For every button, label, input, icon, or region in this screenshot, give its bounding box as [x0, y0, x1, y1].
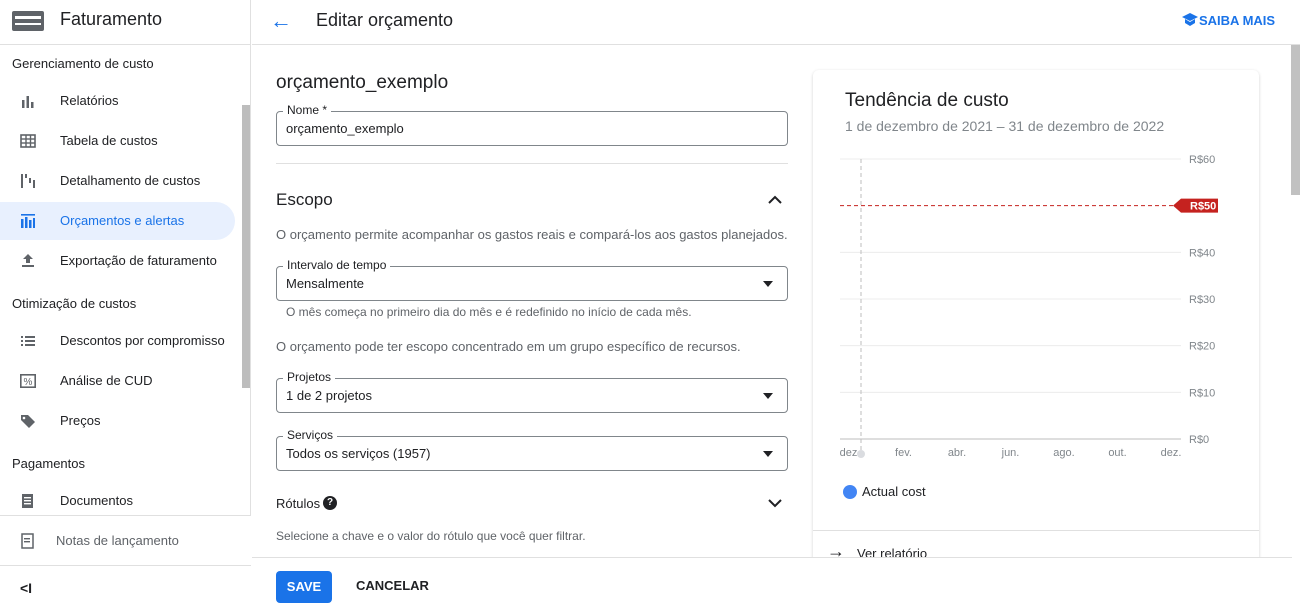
sidebar-item-label: Exportação de faturamento: [60, 253, 217, 268]
services-select[interactable]: Serviços Todos os serviços (1957): [276, 428, 788, 471]
time-interval-help: O mês começa no primeiro dia do mês e é …: [286, 305, 692, 319]
sidebar: Faturamento Gerenciamento de custo Relat…: [0, 0, 251, 613]
help-icon[interactable]: ?: [323, 496, 337, 510]
sidebar-item-label: Documentos: [60, 493, 133, 508]
sidebar-header: Faturamento: [0, 0, 251, 45]
y-tick-label: R$0: [1189, 434, 1209, 446]
section-divider: [276, 163, 788, 164]
sidebar-item-label: Análise de CUD: [60, 373, 153, 388]
time-interval-label: Intervalo de tempo: [283, 258, 391, 272]
y-tick-label: R$30: [1189, 294, 1215, 306]
sidebar-item-billing-export[interactable]: Exportação de faturamento: [0, 242, 235, 280]
table-icon: [20, 134, 36, 148]
legend-label-actual-cost: Actual cost: [862, 484, 926, 499]
back-arrow-icon[interactable]: ←: [270, 8, 292, 34]
section-cost-optimization: Otimização de custos: [12, 296, 137, 311]
percent-icon: %: [20, 374, 36, 388]
sidebar-item-pricing[interactable]: Preços: [0, 402, 235, 440]
learn-more-button[interactable]: SAIBA MAIS: [1182, 13, 1282, 33]
labels-title: Rótulos: [276, 496, 321, 511]
x-tick-label: abr.: [948, 447, 966, 459]
sidebar-item-cud-analysis[interactable]: % Análise de CUD: [0, 362, 235, 400]
dropdown-arrow-icon: [763, 281, 773, 287]
x-tick-label: fev.: [895, 447, 912, 459]
time-interval-value: Mensalmente: [286, 276, 365, 291]
projects-label: Projetos: [283, 370, 336, 384]
sidebar-footer-divider: [0, 565, 251, 566]
services-label: Serviços: [283, 428, 338, 442]
name-field-label: Nome *: [283, 103, 332, 117]
services-value: Todos os serviços (1957): [286, 446, 431, 461]
scope-description: O orçamento permite acompanhar os gastos…: [276, 227, 788, 242]
sidebar-item-reports[interactable]: Relatórios: [0, 82, 235, 120]
scope-help: O orçamento pode ter escopo concentrado …: [276, 339, 741, 354]
svg-text:%: %: [24, 377, 33, 388]
release-notes-link[interactable]: Notas de lançamento: [0, 523, 251, 557]
section-payments: Pagamentos: [12, 456, 85, 471]
breakdown-icon: [21, 174, 35, 188]
save-button[interactable]: SAVE: [276, 571, 332, 603]
budget-tag-label: R$50: [1190, 201, 1216, 213]
billing-icon: [12, 11, 44, 31]
budget-icon: [21, 214, 35, 228]
budget-title: orçamento_exemplo: [276, 72, 449, 93]
sidebar-item-label: Descontos por compromisso: [60, 333, 225, 348]
y-tick-label: R$10: [1189, 387, 1215, 399]
bar-chart-icon: [22, 96, 34, 108]
y-tick-label: R$40: [1189, 247, 1215, 259]
tag-icon: [21, 415, 35, 428]
sidebar-item-label: Relatórios: [60, 93, 119, 108]
app-title: Faturamento: [60, 9, 163, 29]
sidebar-item-cost-table[interactable]: Tabela de custos: [0, 122, 235, 160]
time-interval-select[interactable]: Intervalo de tempo Mensalmente: [276, 258, 788, 301]
sidebar-item-label: Orçamentos e alertas: [60, 213, 185, 228]
x-tick-label: out.: [1108, 447, 1126, 459]
sidebar-item-label: Detalhamento de custos: [60, 173, 201, 188]
sidebar-item-label: Tabela de custos: [60, 133, 158, 148]
cost-trend-chart: R$0 R$10 R$20 R$30 R$40 R$60 R$50 dez. fev. abr. j…: [840, 154, 1218, 459]
name-field[interactable]: Nome * orçamento_exemplo: [276, 103, 788, 146]
list-icon: [21, 336, 35, 346]
sidebar-item-commitment-discounts[interactable]: Descontos por compromisso: [0, 322, 235, 360]
collapse-icon[interactable]: <I: [20, 580, 32, 596]
sidebar-scrollbar[interactable]: [242, 105, 250, 388]
top-bar: ← Editar orçamento SAIBA MAIS: [252, 0, 1300, 45]
x-tick-label: ago.: [1053, 447, 1074, 459]
document-icon: [22, 494, 33, 508]
legend-swatch-actual-cost: [843, 485, 857, 499]
cancel-button[interactable]: CANCELAR: [356, 578, 429, 593]
scope-title: Escopo: [276, 190, 333, 209]
data-point: [857, 450, 865, 458]
sidebar-footer: Notas de lançamento <I: [0, 515, 251, 613]
dropdown-arrow-icon: [763, 393, 773, 399]
name-field-value: orçamento_exemplo: [286, 121, 404, 136]
sidebar-item-cost-breakdown[interactable]: Detalhamento de custos: [0, 162, 235, 200]
page-scrollbar[interactable]: [1291, 45, 1300, 195]
y-tick-label: R$60: [1189, 154, 1215, 166]
upload-icon: [22, 254, 34, 267]
school-icon: [1182, 13, 1198, 26]
y-tick-label: R$20: [1189, 341, 1215, 353]
release-notes-label: Notas de lançamento: [56, 533, 179, 548]
labels-help: Selecione a chave e o valor do rótulo qu…: [276, 529, 586, 543]
action-bar: SAVE CANCELAR: [252, 557, 1292, 613]
chevron-up-icon[interactable]: [767, 193, 783, 205]
release-notes-icon: [21, 533, 34, 549]
projects-value: 1 de 2 projetos: [286, 388, 373, 403]
chevron-down-icon[interactable]: [767, 497, 783, 509]
sidebar-item-label: Preços: [60, 413, 101, 428]
section-cost-management: Gerenciamento de custo: [12, 56, 154, 71]
x-tick-label: jun.: [1001, 447, 1020, 459]
page-title: Editar orçamento: [316, 10, 454, 30]
projects-select[interactable]: Projetos 1 de 2 projetos: [276, 370, 788, 413]
cost-trend-card: Tendência de custo 1 de dezembro de 2021…: [813, 70, 1259, 570]
x-tick-label: dez.: [1161, 447, 1182, 459]
dropdown-arrow-icon: [763, 451, 773, 457]
learn-more-label: SAIBA MAIS: [1199, 13, 1276, 28]
sidebar-item-budgets-alerts[interactable]: Orçamentos e alertas: [0, 202, 235, 240]
